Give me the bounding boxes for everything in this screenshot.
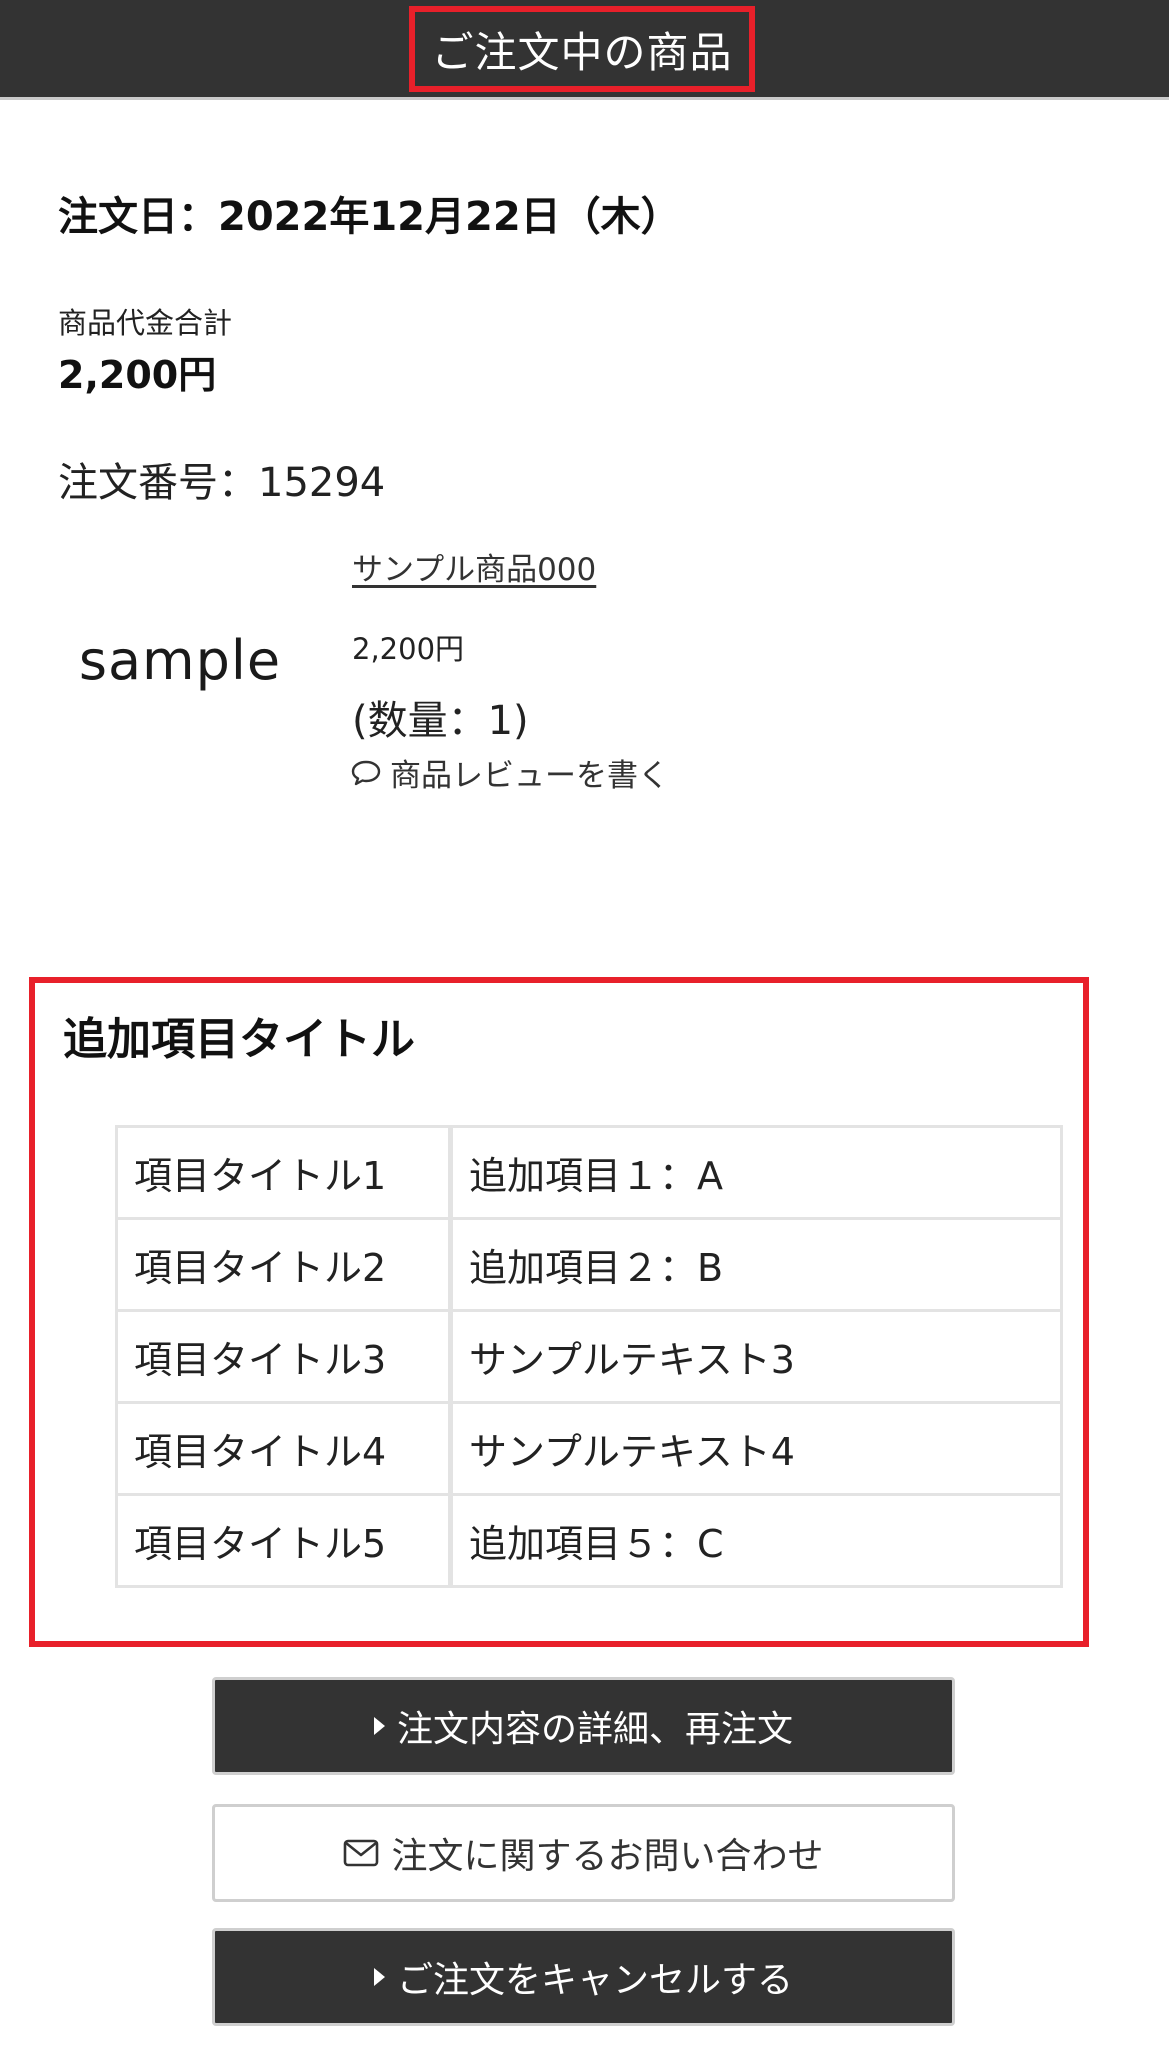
- product-image-text: sample: [78, 628, 282, 692]
- order-inquiry-button[interactable]: 注文に関するお問い合わせ: [212, 1804, 955, 1902]
- page-header: ご注文中の商品: [0, 0, 1169, 100]
- cancel-order-button[interactable]: ご注文をキャンセルする: [212, 1928, 955, 2026]
- order-detail-reorder-label: 注文内容の詳細、再注文: [396, 1708, 793, 1749]
- product-name-link[interactable]: サンプル商品000: [352, 544, 596, 589]
- table-row: 項目タイトル1 追加項目１：A: [115, 1125, 1063, 1220]
- product-quantity: (数量：1): [352, 698, 529, 744]
- item-value-cell: サンプルテキスト4: [449, 1401, 1063, 1496]
- item-value-cell: 追加項目５：C: [449, 1493, 1063, 1588]
- item-title-cell: 項目タイトル5: [115, 1493, 453, 1588]
- page-title: ご注文中の商品: [431, 27, 733, 77]
- additional-items-table: 項目タイトル1 追加項目１：A 項目タイトル2 追加項目２：B 項目タイトル3 …: [115, 1125, 1063, 1588]
- item-value-cell: 追加項目２：B: [449, 1217, 1063, 1312]
- item-title-cell: 項目タイトル3: [115, 1309, 453, 1404]
- item-value-cell: サンプルテキスト3: [449, 1309, 1063, 1404]
- subtotal-value: 2,200円: [58, 353, 217, 397]
- subtotal-label: 商品代金合計: [58, 306, 233, 340]
- order-date: 注文日：2022年12月22日（木）: [58, 194, 681, 240]
- write-review-label: 商品レビューを書く: [390, 758, 669, 794]
- item-title-cell: 項目タイトル4: [115, 1401, 453, 1496]
- speech-bubble-icon: [351, 760, 381, 785]
- item-value-cell: 追加項目１：A: [449, 1125, 1063, 1220]
- table-row: 項目タイトル3 サンプルテキスト3: [115, 1309, 1063, 1404]
- order-inquiry-label: 注文に関するお問い合わせ: [391, 1835, 824, 1876]
- additional-items-section: 追加項目タイトル 項目タイトル1 追加項目１：A 項目タイトル2 追加項目２：B…: [29, 977, 1089, 1647]
- order-number: 注文番号：15294: [58, 460, 386, 506]
- triangle-right-icon: [373, 1717, 385, 1735]
- table-row: 項目タイトル5 追加項目５：C: [115, 1493, 1063, 1588]
- item-title-cell: 項目タイトル2: [115, 1217, 453, 1312]
- product-image[interactable]: sample: [60, 600, 300, 720]
- write-review-link[interactable]: 商品レビューを書く: [350, 750, 669, 795]
- additional-items-title: 追加項目タイトル: [63, 1014, 415, 1065]
- header-title-highlight: ご注文中の商品: [409, 6, 755, 92]
- envelope-icon: [344, 1839, 379, 1867]
- item-title-cell: 項目タイトル1: [115, 1125, 453, 1220]
- cancel-order-label: ご注文をキャンセルする: [396, 1959, 793, 2000]
- product-price: 2,200円: [352, 632, 465, 666]
- table-row: 項目タイトル2 追加項目２：B: [115, 1217, 1063, 1312]
- order-detail-reorder-button[interactable]: 注文内容の詳細、再注文: [212, 1677, 955, 1775]
- triangle-right-icon: [373, 1968, 385, 1986]
- table-row: 項目タイトル4 サンプルテキスト4: [115, 1401, 1063, 1496]
